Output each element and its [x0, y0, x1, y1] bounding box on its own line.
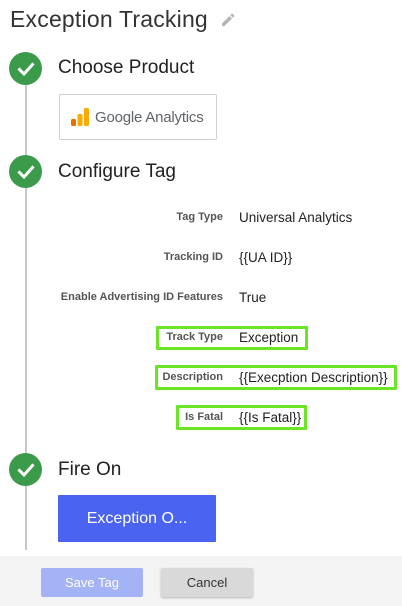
field-value-tracking-id: {{UA ID}} [239, 250, 293, 265]
trigger-button[interactable]: Exception O... [58, 495, 216, 542]
field-label-track-type: Track Type [166, 331, 223, 343]
step-title-choose-product: Choose Product [58, 57, 195, 78]
save-tag-button[interactable]: Save Tag [41, 568, 143, 597]
product-name: Google Analytics [95, 108, 204, 126]
field-label-advertising-id: Enable Advertising ID Features [60, 291, 223, 303]
pencil-icon[interactable] [220, 12, 236, 28]
field-label-tracking-id: Tracking ID [163, 251, 223, 263]
product-card[interactable]: Google Analytics [59, 94, 217, 140]
google-analytics-logo-icon [70, 107, 90, 127]
field-label-tag-type: Tag Type [176, 211, 223, 223]
checkmark-icon [9, 453, 42, 486]
field-label-is-fatal: Is Fatal [185, 411, 223, 423]
page-header: Exception Tracking [10, 4, 236, 34]
checkmark-icon [9, 155, 42, 188]
field-value-tag-type: Universal Analytics [239, 210, 353, 225]
field-value-track-type: Exception [239, 330, 299, 345]
field-value-is-fatal: {{Is Fatal}} [239, 410, 302, 425]
checkmark-icon [9, 52, 42, 85]
field-value-advertising-id: True [239, 290, 267, 305]
field-label-description: Description [162, 371, 223, 383]
page-title: Exception Tracking [10, 5, 208, 32]
field-value-description: {{Execption Description}} [239, 370, 388, 385]
cancel-button[interactable]: Cancel [161, 568, 253, 597]
step-title-configure-tag: Configure Tag [58, 161, 176, 182]
step-title-fire-on: Fire On [58, 459, 122, 480]
